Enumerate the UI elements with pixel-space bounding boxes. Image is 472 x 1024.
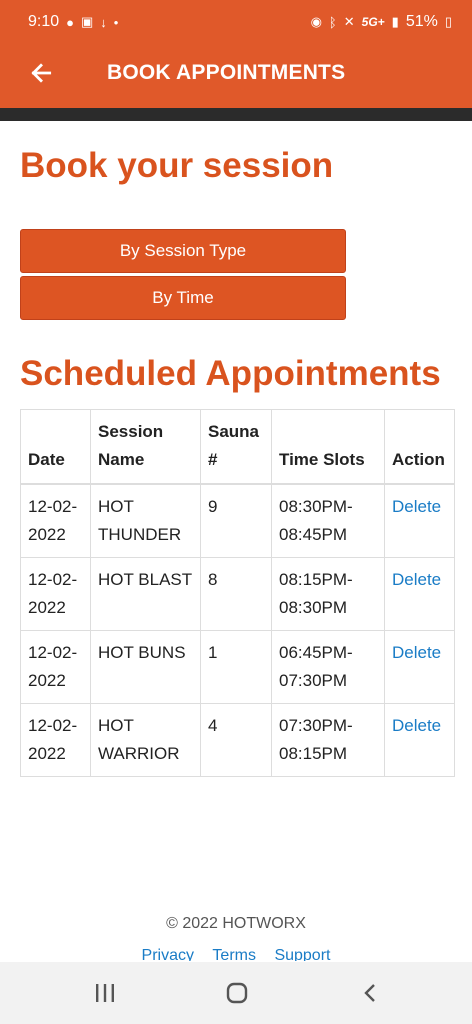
header-sauna: Sauna # <box>200 409 272 485</box>
cell-date: 12-02-2022 <box>20 703 91 777</box>
footer-links: Privacy Terms Support <box>0 947 472 961</box>
dot-icon: • <box>113 14 119 30</box>
cell-sauna: 4 <box>200 703 272 777</box>
header-divider <box>0 108 472 121</box>
recent-apps-icon[interactable] <box>94 982 116 1004</box>
scheduled-appointments-title: Scheduled Appointments <box>20 354 441 393</box>
cell-date: 12-02-2022 <box>20 630 91 704</box>
by-session-type-button[interactable]: By Session Type <box>20 229 346 273</box>
cell-session: HOT THUNDER <box>90 483 201 558</box>
by-time-button[interactable]: By Time <box>20 276 346 320</box>
delete-link[interactable]: Delete <box>384 557 455 631</box>
cell-sauna: 1 <box>200 630 272 704</box>
appointments-table: Date Session Name Sauna # Time Slots Act… <box>20 409 455 777</box>
chat-icon: ● <box>66 14 74 30</box>
cell-sauna: 8 <box>200 557 272 631</box>
cell-session: HOT BUNS <box>90 630 201 704</box>
table-row: 12-02-2022 HOT THUNDER 9 08:30PM-08:45PM… <box>20 483 455 558</box>
network-label: 5G+ <box>361 15 385 29</box>
back-nav-icon[interactable] <box>360 982 380 1004</box>
app-bar: BOOK APPOINTMENTS <box>0 44 472 108</box>
cell-time: 07:30PM-08:15PM <box>271 703 385 777</box>
header-date: Date <box>20 409 91 485</box>
battery-icon: ▯ <box>444 14 452 29</box>
calendar-icon: ▣ <box>81 14 94 29</box>
back-arrow-icon[interactable] <box>28 60 54 86</box>
system-nav-bar <box>0 962 472 1024</box>
home-icon[interactable] <box>226 982 248 1004</box>
header-time-slots: Time Slots <box>271 409 385 485</box>
signal-icon: ▮ <box>391 14 399 29</box>
cell-time: 08:30PM-08:45PM <box>271 483 385 558</box>
header-action: Action <box>384 409 455 485</box>
delete-link[interactable]: Delete <box>384 630 455 704</box>
cell-sauna: 9 <box>200 483 272 558</box>
status-bar: 9:10 ● ▣ ↓ • ◉ ᛒ ✕ 5G+ ▮ 51% ▯ <box>0 0 472 44</box>
mute-icon: ✕ <box>343 14 355 29</box>
cell-date: 12-02-2022 <box>20 483 91 558</box>
bluetooth-icon: ᛒ <box>328 14 337 30</box>
cell-session: HOT WARRIOR <box>90 703 201 777</box>
page-title: Book your session <box>20 146 334 185</box>
cell-time: 06:45PM-07:30PM <box>271 630 385 704</box>
privacy-link[interactable]: Privacy <box>142 947 194 961</box>
cell-date: 12-02-2022 <box>20 557 91 631</box>
cell-time: 08:15PM-08:30PM <box>271 557 385 631</box>
download-icon: ↓ <box>100 14 107 30</box>
header-session-name: Session Name <box>90 409 201 485</box>
table-row: 12-02-2022 HOT BUNS 1 06:45PM-07:30PM De… <box>20 630 455 704</box>
delete-link[interactable]: Delete <box>384 483 455 558</box>
cell-session: HOT BLAST <box>90 557 201 631</box>
support-link[interactable]: Support <box>274 947 330 961</box>
battery-percent: 51% <box>405 13 438 30</box>
status-time: 9:10 <box>28 13 60 30</box>
table-header-row: Date Session Name Sauna # Time Slots Act… <box>20 409 455 485</box>
terms-link[interactable]: Terms <box>212 947 256 961</box>
page-header-title: BOOK APPOINTMENTS <box>107 61 346 84</box>
table-row: 12-02-2022 HOT BLAST 8 08:15PM-08:30PM D… <box>20 557 455 631</box>
alarm-icon: ◉ <box>310 14 322 29</box>
delete-link[interactable]: Delete <box>384 703 455 777</box>
table-row: 12-02-2022 HOT WARRIOR 4 07:30PM-08:15PM… <box>20 703 455 777</box>
copyright: © 2022 HOTWORX <box>166 915 306 932</box>
